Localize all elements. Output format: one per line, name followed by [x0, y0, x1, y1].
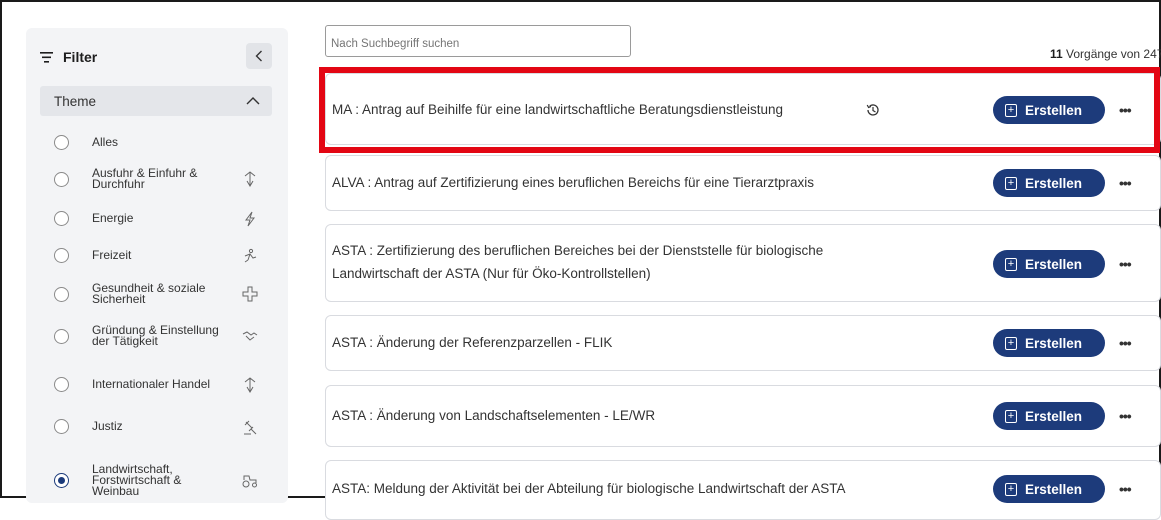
chevron-left-icon [255, 50, 262, 62]
theme-label: Theme [54, 93, 97, 109]
leisure-icon [242, 248, 258, 264]
procedure-row[interactable]: ALVA : Antrag auf Zertifizierung eines b… [325, 155, 1161, 211]
create-button[interactable]: + Erstellen [993, 250, 1105, 278]
create-button[interactable]: + Erstellen [993, 475, 1105, 503]
create-button-label: Erstellen [1025, 256, 1083, 272]
filter-icon [40, 51, 53, 63]
filter-option-freizeit[interactable]: Freizeit [54, 248, 276, 263]
add-document-icon: + [1005, 482, 1017, 496]
result-count-suffix: Vorgänge von 247 [1062, 47, 1161, 61]
procedure-row[interactable]: MA : Antrag auf Beihilfe für eine landwi… [325, 73, 1161, 145]
lightning-icon [242, 211, 258, 227]
radio-button[interactable] [54, 328, 69, 344]
procedure-title: MA : Antrag auf Beihilfe für eine landwi… [332, 102, 784, 117]
add-document-icon: + [1005, 409, 1017, 423]
chevron-up-icon [246, 97, 260, 105]
procedure-row[interactable]: ASTA : Zertifizierung des beruflichen Be… [325, 224, 1161, 302]
search-input[interactable] [325, 25, 631, 57]
filter-title: Filter [63, 49, 98, 65]
procedure-row[interactable]: ASTA : Änderung von Landschaftselementen… [325, 385, 1161, 447]
filter-sidebar: Filter Theme Alles Ausfuhr & Einfuhr & D… [26, 28, 288, 503]
procedure-title: ASTA : Änderung der Referenzparzellen - … [332, 335, 613, 350]
theme-accordion-header[interactable]: Theme [40, 86, 272, 116]
create-button-label: Erstellen [1025, 175, 1083, 191]
add-document-icon: + [1005, 103, 1017, 117]
create-button-label: Erstellen [1025, 102, 1083, 118]
filter-option-gruendung[interactable]: Gründung & Einstellung der Tätigkeit [54, 323, 276, 348]
health-cross-icon [242, 286, 258, 302]
more-options-icon[interactable]: ••• [1119, 481, 1132, 497]
procedure-row[interactable]: ASTA: Meldung der Aktivität bei der Abte… [325, 460, 1161, 520]
more-options-icon[interactable]: ••• [1119, 408, 1132, 424]
filter-option-ausfuhr[interactable]: Ausfuhr & Einfuhr & Durchfuhr [54, 166, 276, 191]
result-count: 11 Vorgänge von 247 [1050, 47, 1161, 61]
procedure-title: ALVA : Antrag auf Zertifizierung eines b… [332, 175, 814, 190]
radio-button[interactable] [54, 248, 69, 263]
procedure-title: ASTA : Zertifizierung des beruflichen Be… [332, 243, 824, 258]
radio-button[interactable] [54, 211, 69, 226]
filter-option-label: Internationaler Handel [92, 377, 211, 391]
add-document-icon: + [1005, 176, 1017, 190]
create-button[interactable]: + Erstellen [993, 402, 1105, 430]
export-import-icon [242, 171, 258, 187]
add-document-icon: + [1005, 336, 1017, 350]
procedure-title: ASTA: Meldung der Aktivität bei der Abte… [332, 481, 846, 496]
procedure-title: ASTA : Änderung von Landschaftselementen… [332, 408, 656, 423]
radio-button[interactable] [54, 135, 69, 150]
procedure-row[interactable]: ASTA : Änderung der Referenzparzellen - … [325, 315, 1161, 371]
history-icon[interactable] [865, 102, 881, 118]
filter-option-label: Ausfuhr & Einfuhr & Durchfuhr [92, 166, 198, 191]
filter-header: Filter [40, 46, 97, 68]
tractor-icon [242, 473, 258, 489]
filter-option-label: Energie [92, 211, 134, 225]
radio-button[interactable] [54, 286, 69, 302]
filter-option-label: Gesundheit & soziale Sicherheit [92, 281, 206, 306]
create-button-label: Erstellen [1025, 335, 1083, 351]
filter-option-label: Justiz [92, 419, 123, 433]
add-document-icon: + [1005, 257, 1017, 271]
more-options-icon[interactable]: ••• [1119, 256, 1132, 272]
handshake-icon [242, 328, 258, 344]
radio-button[interactable] [54, 377, 69, 392]
filter-option-internationaler-handel[interactable]: Internationaler Handel [54, 376, 276, 393]
create-button-label: Erstellen [1025, 408, 1083, 424]
radio-button[interactable] [54, 171, 69, 187]
filter-option-label: Freizeit [92, 248, 132, 262]
procedure-title-line2: Landwirtschaft der ASTA (Nur für Öko-Kon… [332, 266, 651, 281]
more-options-icon[interactable]: ••• [1119, 335, 1132, 351]
filter-option-alles[interactable]: Alles [54, 135, 276, 150]
result-count-number: 11 [1050, 47, 1063, 61]
create-button[interactable]: + Erstellen [993, 329, 1105, 357]
filter-option-energie[interactable]: Energie [54, 211, 276, 226]
more-options-icon[interactable]: ••• [1119, 175, 1132, 191]
radio-button[interactable] [54, 419, 69, 434]
filter-option-label: Alles [92, 135, 119, 149]
create-button-label: Erstellen [1025, 481, 1083, 497]
filter-option-landwirtschaft[interactable]: Landwirtschaft, Forstwirtschaft & Weinba… [54, 462, 276, 498]
filter-option-label: Landwirtschaft, Forstwirtschaft & Weinba… [92, 462, 182, 498]
create-button[interactable]: + Erstellen [993, 96, 1105, 124]
radio-button-selected[interactable] [54, 473, 69, 488]
trade-icon [242, 376, 258, 393]
filter-option-label: Gründung & Einstellung der Tätigkeit [92, 323, 219, 348]
filter-option-gesundheit[interactable]: Gesundheit & soziale Sicherheit [54, 281, 276, 306]
gavel-icon [242, 419, 258, 435]
collapse-sidebar-button[interactable] [246, 43, 272, 69]
filter-option-justiz[interactable]: Justiz [54, 419, 276, 434]
more-options-icon[interactable]: ••• [1119, 102, 1132, 118]
create-button[interactable]: + Erstellen [993, 169, 1105, 197]
